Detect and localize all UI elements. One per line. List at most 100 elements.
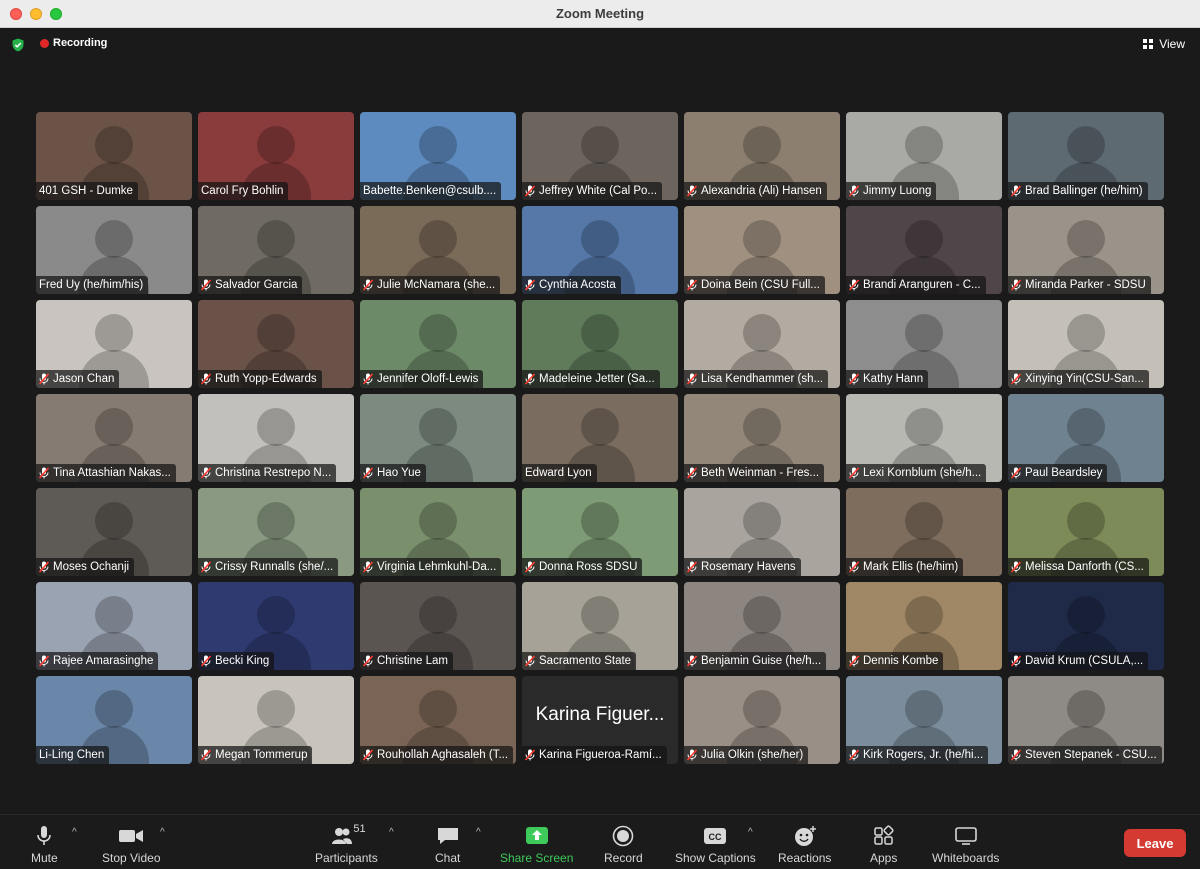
- participant-video-head: [95, 126, 133, 164]
- captions-options-chevron-up-icon[interactable]: ^: [748, 827, 753, 838]
- participant-name-label: Christina Restrepo N...: [198, 464, 337, 482]
- reactions-smiley-icon: [794, 826, 816, 846]
- participant-tile[interactable]: Julia Olkin (she/her): [684, 676, 840, 764]
- participant-name: Miranda Parker - SDSU: [1025, 279, 1146, 291]
- participant-tile[interactable]: Rosemary Havens: [684, 488, 840, 576]
- participant-tile[interactable]: Ruth Yopp-Edwards: [198, 300, 354, 388]
- participant-tile[interactable]: Jason Chan: [36, 300, 192, 388]
- participant-tile[interactable]: Donna Ross SDSU: [522, 488, 678, 576]
- participant-tile[interactable]: Hao Yue: [360, 394, 516, 482]
- muted-microphone-icon: [1011, 467, 1021, 479]
- participant-name-label: Dennis Kombe: [846, 652, 944, 670]
- participant-video-head: [257, 408, 295, 446]
- participant-tile[interactable]: Karina Figuer... Karina Figueroa-Ramí...: [522, 676, 678, 764]
- participant-name-label: Tina Attashian Nakas...: [36, 464, 176, 482]
- mute-button[interactable]: Mute: [31, 825, 58, 865]
- stop-video-button[interactable]: Stop Video: [102, 825, 161, 865]
- muted-microphone-icon: [201, 561, 211, 573]
- participant-tile[interactable]: Moses Ochanji: [36, 488, 192, 576]
- participant-name-label: Jennifer Oloff-Lewis: [360, 370, 484, 388]
- whiteboards-button[interactable]: Whiteboards: [932, 825, 999, 865]
- participant-tile[interactable]: Sacramento State: [522, 582, 678, 670]
- video-camera-icon: [119, 830, 144, 842]
- participant-tile[interactable]: 401 GSH - Dumke: [36, 112, 192, 200]
- participant-tile[interactable]: Alexandria (Ali) Hansen: [684, 112, 840, 200]
- participant-name-label: Rouhollah Aghasaleh (T...: [360, 746, 514, 764]
- participant-video-head: [257, 220, 295, 258]
- participant-tile[interactable]: Dennis Kombe: [846, 582, 1002, 670]
- participant-video-head: [743, 126, 781, 164]
- participant-name: Ruth Yopp-Edwards: [215, 373, 317, 385]
- participant-tile[interactable]: Jeffrey White (Cal Po...: [522, 112, 678, 200]
- participant-tile[interactable]: Christina Restrepo N...: [198, 394, 354, 482]
- recording-indicator[interactable]: Recording: [40, 37, 107, 49]
- share-screen-button[interactable]: Share Screen: [500, 825, 573, 865]
- participant-name: Xinying Yin(CSU-San...: [1025, 373, 1144, 385]
- participant-tile[interactable]: Xinying Yin(CSU-San...: [1008, 300, 1164, 388]
- participant-name-label: Kathy Hann: [846, 370, 929, 388]
- participant-tile[interactable]: Li-Ling Chen: [36, 676, 192, 764]
- participant-tile[interactable]: Carol Fry Bohlin: [198, 112, 354, 200]
- muted-microphone-icon: [1011, 561, 1021, 573]
- participant-video-head: [419, 408, 457, 446]
- participant-tile[interactable]: Edward Lyon: [522, 394, 678, 482]
- participant-tile[interactable]: Fred Uy (he/him/his): [36, 206, 192, 294]
- participants-options-chevron-up-icon[interactable]: ^: [389, 827, 394, 838]
- chat-button[interactable]: Chat: [435, 825, 460, 865]
- participant-tile[interactable]: Paul Beardsley: [1008, 394, 1164, 482]
- participant-tile[interactable]: Benjamin Guise (he/h...: [684, 582, 840, 670]
- participant-tile[interactable]: Mark Ellis (he/him): [846, 488, 1002, 576]
- participant-name: 401 GSH - Dumke: [39, 185, 133, 197]
- participant-name: Crissy Runnalls (she/...: [215, 561, 334, 573]
- participant-tile[interactable]: Lisa Kendhammer (sh...: [684, 300, 840, 388]
- participant-tile[interactable]: Melissa Danforth (CS...: [1008, 488, 1164, 576]
- apps-button[interactable]: Apps: [870, 825, 897, 865]
- participant-tile[interactable]: Kathy Hann: [846, 300, 1002, 388]
- participant-tile[interactable]: Cynthia Acosta: [522, 206, 678, 294]
- participant-video-head: [419, 502, 457, 540]
- participants-button[interactable]: 51 Participants: [315, 823, 378, 865]
- participant-name: Kathy Hann: [863, 373, 924, 385]
- record-button[interactable]: Record: [604, 825, 643, 865]
- participant-tile[interactable]: Julie McNamara (she...: [360, 206, 516, 294]
- participant-tile[interactable]: Brad Ballinger (he/him): [1008, 112, 1164, 200]
- chat-options-chevron-up-icon[interactable]: ^: [476, 827, 481, 838]
- mute-options-chevron-up-icon[interactable]: ^: [72, 827, 77, 838]
- muted-microphone-icon: [849, 373, 859, 385]
- participant-tile[interactable]: Megan Tommerup: [198, 676, 354, 764]
- participant-tile[interactable]: Rajee Amarasinghe: [36, 582, 192, 670]
- participant-tile[interactable]: Steven Stepanek - CSU...: [1008, 676, 1164, 764]
- participant-tile[interactable]: Tina Attashian Nakas...: [36, 394, 192, 482]
- encryption-shield-icon[interactable]: [11, 38, 25, 52]
- participant-tile[interactable]: Virginia Lehmkuhl-Da...: [360, 488, 516, 576]
- video-options-chevron-up-icon[interactable]: ^: [160, 827, 165, 838]
- participant-tile[interactable]: Babette.Benken@csulb....: [360, 112, 516, 200]
- participant-tile[interactable]: Becki King: [198, 582, 354, 670]
- participant-tile[interactable]: Beth Weinman - Fres...: [684, 394, 840, 482]
- participant-video-head: [905, 314, 943, 352]
- participant-tile[interactable]: Salvador Garcia: [198, 206, 354, 294]
- reactions-button[interactable]: Reactions: [778, 825, 831, 865]
- participant-tile[interactable]: Lexi Kornblum (she/h...: [846, 394, 1002, 482]
- participant-tile[interactable]: Christine Lam: [360, 582, 516, 670]
- participant-tile[interactable]: Crissy Runnalls (she/...: [198, 488, 354, 576]
- participant-tile[interactable]: Miranda Parker - SDSU: [1008, 206, 1164, 294]
- view-button[interactable]: View: [1143, 37, 1185, 51]
- participant-name: Virginia Lehmkuhl-Da...: [377, 561, 497, 573]
- participant-name-label: Brandi Aranguren - C...: [846, 276, 986, 294]
- participant-tile[interactable]: Jennifer Oloff-Lewis: [360, 300, 516, 388]
- participant-tile[interactable]: Jimmy Luong: [846, 112, 1002, 200]
- participant-tile[interactable]: David Krum (CSULA,...: [1008, 582, 1164, 670]
- participant-name-label: Jimmy Luong: [846, 182, 937, 200]
- participant-video-head: [419, 220, 457, 258]
- participant-tile[interactable]: Brandi Aranguren - C...: [846, 206, 1002, 294]
- participant-tile[interactable]: Kirk Rogers, Jr. (he/hi...: [846, 676, 1002, 764]
- muted-microphone-icon: [849, 279, 859, 291]
- participant-video-head: [743, 220, 781, 258]
- leave-meeting-button[interactable]: Leave: [1124, 829, 1186, 857]
- show-captions-button[interactable]: CC Show Captions: [675, 825, 756, 865]
- participant-tile[interactable]: Rouhollah Aghasaleh (T...: [360, 676, 516, 764]
- participant-tile[interactable]: Madeleine Jetter (Sa...: [522, 300, 678, 388]
- participant-tile[interactable]: Doina Bein (CSU Full...: [684, 206, 840, 294]
- participant-name-label: Mark Ellis (he/him): [846, 558, 964, 576]
